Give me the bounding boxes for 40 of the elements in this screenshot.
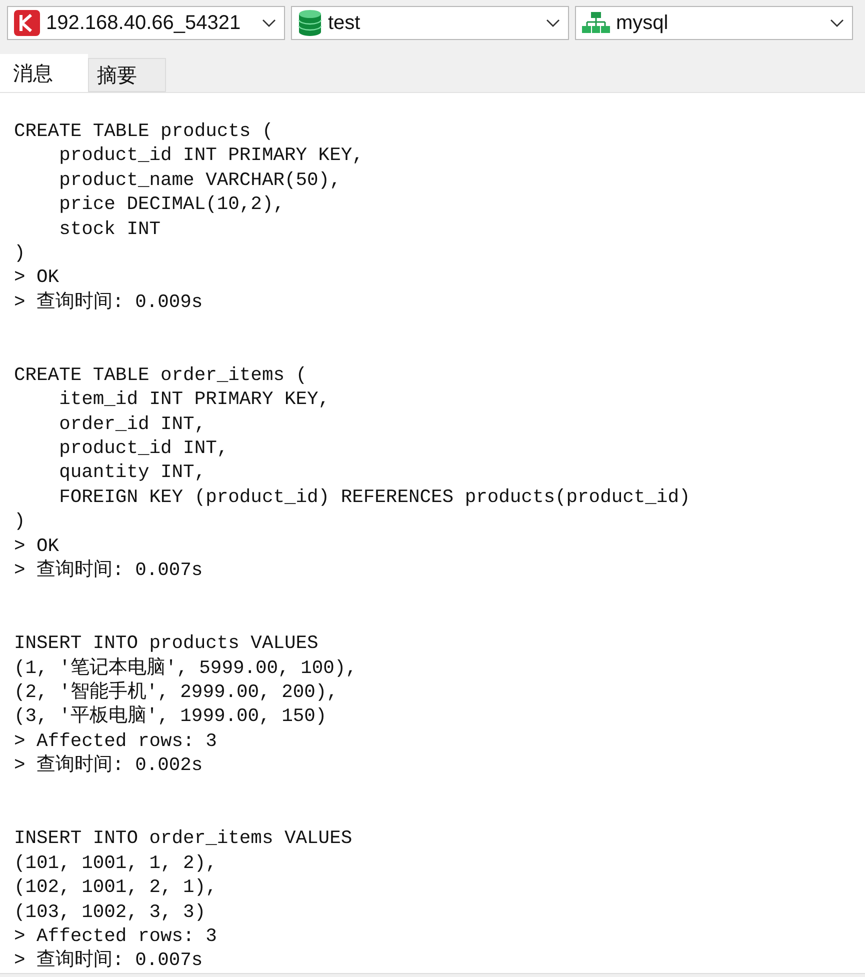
sql-line: order_id INT, (58, 412, 206, 436)
sql-line: (102, 1001, 2, 1), (14, 875, 217, 900)
dropdown[interactable]: test (291, 6, 569, 40)
result-line: > 查询时间: 0.007s (14, 948, 203, 973)
sql-line: FOREIGN KEY (product_id) REFERENCES products(product_id) (58, 484, 690, 510)
sql-line: (2, '智能手机', 2999.00, 200), (14, 680, 338, 704)
hierarchy-icon (582, 11, 610, 35)
sql-line: (1, '笔记本电脑', 5999.00, 100), (14, 656, 357, 680)
sql-line: stock INT (58, 216, 161, 241)
database-icon (298, 10, 322, 36)
result-line: > OK (14, 265, 60, 290)
chevron-down-icon (546, 18, 560, 28)
sql-line: item_id INT PRIMARY KEY, (58, 387, 330, 412)
sql-line: (101, 1001, 1, 2), (14, 850, 217, 876)
sql-line: INSERT INTO order_items VALUES (14, 826, 352, 851)
sql-line: CREATE TABLE products ( (14, 119, 274, 144)
dropdown[interactable]: mysql (575, 6, 853, 40)
result-line: > Affected rows: 3 (14, 728, 217, 754)
result-line: > 查询时间: 0.009s (14, 290, 203, 314)
sql-line: (103, 1002, 3, 3) (14, 900, 206, 924)
result-line: > OK (14, 534, 60, 558)
sql-line: ) (14, 509, 26, 534)
chevron-down-icon (262, 18, 276, 28)
sql-line: price DECIMAL(10,2), (58, 192, 284, 217)
result-line: > 查询时间: 0.007s (14, 558, 203, 582)
sql-line: product_name VARCHAR(50), (58, 168, 341, 192)
tab[interactable]: 摘要 (88, 58, 166, 92)
sql-line: ) (14, 240, 26, 266)
sql-line: product_id INT PRIMARY KEY, (58, 143, 364, 168)
tab[interactable]: 消息 (0, 54, 88, 92)
sql-line: INSERT INTO products VALUES (14, 631, 318, 656)
result-line: > 查询时间: 0.002s (14, 753, 203, 778)
chevron-down-icon (830, 18, 844, 28)
sql-line: product_id INT, (58, 436, 228, 460)
logo-icon (14, 10, 40, 36)
sql-line: CREATE TABLE order_items ( (14, 362, 308, 388)
sql-line: quantity INT, (58, 460, 206, 485)
result-line: > Affected rows: 3 (14, 924, 217, 948)
dropdown[interactable]: 192.168.40.66_54321 (7, 6, 285, 40)
sql-line: (3, '平板电脑', 1999.00, 150) (14, 704, 327, 729)
